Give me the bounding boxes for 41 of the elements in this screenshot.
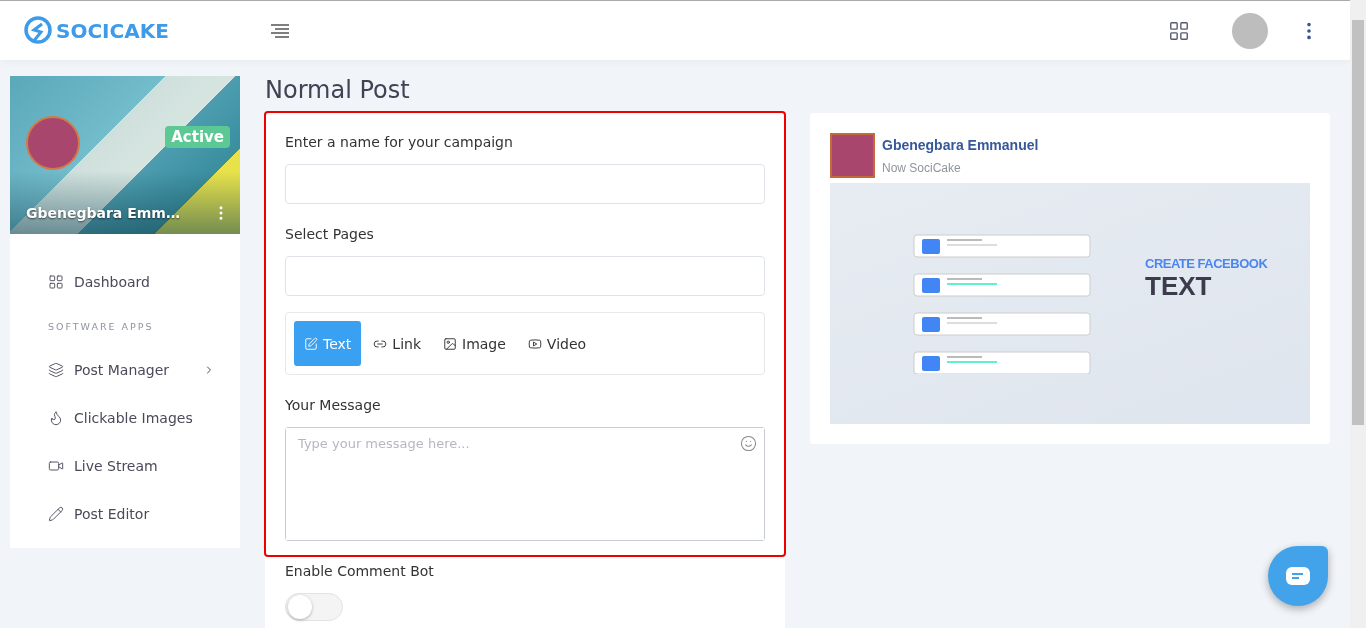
sidebar-item[interactable]: Dashboard bbox=[48, 258, 240, 306]
status-label: Active bbox=[165, 126, 230, 148]
menu-item-icon bbox=[48, 410, 64, 426]
menu-item-icon bbox=[48, 274, 64, 290]
menu-item-icon bbox=[48, 458, 64, 474]
chat-button[interactable] bbox=[1268, 546, 1328, 606]
menu-item-icon bbox=[48, 506, 64, 522]
message-field[interactable]: Type your message here... bbox=[285, 427, 765, 541]
menu-item-icon bbox=[48, 362, 64, 378]
sidebar-item[interactable]: Post Editor bbox=[48, 490, 240, 538]
image-title: TEXT bbox=[1145, 270, 1213, 302]
profile-photo-placeholder bbox=[26, 116, 80, 170]
image-icon bbox=[443, 336, 457, 351]
menu-section-heading: SOFTWARE APPS bbox=[48, 319, 155, 334]
post-type-tab[interactable]: Video bbox=[517, 321, 597, 366]
page-title: Normal Post bbox=[265, 76, 411, 104]
scrollbar[interactable] bbox=[1350, 0, 1366, 628]
sidebar-item[interactable]: Clickable Images bbox=[48, 394, 240, 442]
author-photo-placeholder bbox=[830, 133, 875, 178]
select-pages-field[interactable] bbox=[285, 256, 765, 296]
post-type-tab[interactable]: Link bbox=[363, 321, 431, 366]
edit-icon bbox=[304, 336, 318, 351]
chat-icon bbox=[1286, 567, 1310, 585]
campaign-name-field[interactable] bbox=[285, 164, 765, 204]
sidebar-item[interactable]: Live Stream bbox=[48, 442, 240, 490]
image-heading: CREATE FACEBOOK bbox=[1145, 255, 1268, 271]
field-label: Enable Comment Bot bbox=[285, 563, 435, 579]
post-type-tab[interactable]: Image bbox=[433, 321, 516, 366]
comment-bot-toggle[interactable] bbox=[285, 593, 343, 621]
sidebar-item[interactable]: Post Manager bbox=[48, 346, 240, 394]
menu-icon[interactable] bbox=[270, 22, 290, 39]
emoji-icon[interactable] bbox=[740, 435, 757, 452]
field-label: Select Pages bbox=[285, 226, 375, 242]
field-label: Enter a name for your campaign bbox=[285, 134, 514, 150]
logo-icon bbox=[24, 15, 52, 46]
play-icon bbox=[527, 336, 542, 351]
field-label: Your Message bbox=[285, 397, 382, 413]
apps-grid-icon[interactable] bbox=[1168, 19, 1190, 42]
author-name: Gbenegbara Emmanuel bbox=[882, 137, 1039, 153]
user-avatar[interactable] bbox=[1232, 12, 1268, 49]
post-subtitle: Now SociCake bbox=[882, 161, 962, 175]
